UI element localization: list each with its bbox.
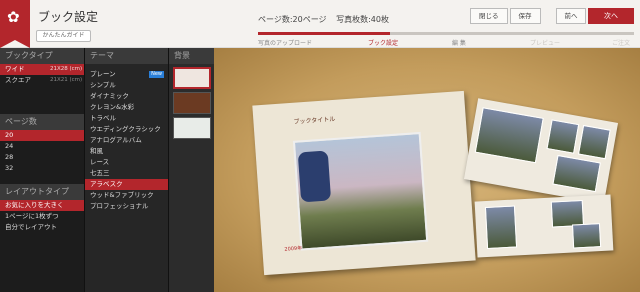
step-book-settings: ブック設定 — [368, 40, 399, 47]
spread-photo — [552, 154, 601, 193]
background-thumb[interactable] — [172, 92, 211, 114]
background-thumb[interactable] — [172, 67, 211, 89]
book-type-square[interactable]: スクエア 21X21 (cm) — [0, 75, 84, 86]
book-title-text: ブックタイトル — [293, 115, 336, 126]
step-preview: プレビュー — [530, 40, 561, 47]
album-spread-preview — [474, 194, 614, 258]
layout-option[interactable]: お気に入りを大きく — [0, 200, 84, 211]
theme-option[interactable]: 和風 — [85, 146, 168, 157]
spread-photo — [484, 205, 518, 250]
theme-option[interactable]: クレヨン&水彩 — [85, 102, 168, 113]
cover-subtitle: 2009年 — [284, 245, 303, 253]
background-heading: 背景 — [169, 48, 214, 64]
theme-panel: テーマ プレーン New シンプル ダイナミック クレヨン&水彩 トラベル ウエ… — [84, 48, 168, 292]
easy-guide-button[interactable]: かんたんガイド — [36, 30, 91, 42]
page-title: ブック設定 — [38, 10, 99, 24]
prev-button[interactable]: 前へ — [556, 8, 586, 24]
book-type-size: 21X28 (cm) — [50, 66, 83, 72]
theme-option[interactable]: ダイナミック — [85, 91, 168, 102]
book-type-wide[interactable]: ワイド 21X28 (cm) — [0, 64, 84, 75]
settings-badge: ✿ — [0, 0, 30, 48]
spread-photo — [571, 223, 602, 249]
theme-option[interactable]: レース — [85, 157, 168, 168]
background-panel: 背景 — [168, 48, 214, 292]
book-type-label: スクエア — [5, 76, 31, 84]
page-count-option[interactable]: 32 — [0, 163, 84, 174]
steps-progress — [258, 32, 634, 35]
page-count-text: ページ数:20ページ — [258, 15, 327, 24]
album-cover-preview: ブックタイトル 2009年 — [252, 90, 476, 276]
child-figure — [297, 150, 332, 203]
theme-heading: テーマ — [85, 48, 168, 64]
step-order: ご注文 — [612, 40, 631, 47]
theme-option[interactable]: アナログアルバム — [85, 135, 168, 146]
book-type-label: ワイド — [5, 65, 25, 73]
step-upload: 写真のアップロード — [258, 40, 313, 47]
theme-option[interactable]: トラベル — [85, 113, 168, 124]
book-counts: ページ数:20ページ 写真枚数:40枚 — [258, 14, 396, 25]
spread-photo — [577, 124, 611, 160]
close-button[interactable]: 閉じる — [470, 8, 508, 24]
spread-photo — [474, 107, 544, 164]
theme-option-plain[interactable]: プレーン New — [85, 69, 168, 80]
theme-label: プレーン — [90, 70, 116, 78]
spread-photo — [546, 119, 580, 154]
new-badge: New — [149, 71, 164, 78]
page-count-heading: ページ数 — [0, 114, 84, 130]
book-type-size: 21X21 (cm) — [50, 77, 83, 83]
theme-option[interactable]: シンプル — [85, 80, 168, 91]
theme-option[interactable]: プロフェッショナル — [85, 201, 168, 212]
page-count-option[interactable]: 24 — [0, 141, 84, 152]
gear-icon: ✿ — [7, 8, 20, 26]
theme-option[interactable]: 七五三 — [85, 168, 168, 179]
theme-option[interactable]: ウッド&ファブリック — [85, 190, 168, 201]
page-count-option[interactable]: 28 — [0, 152, 84, 163]
layout-option[interactable]: 1ページに1枚ずつ — [0, 211, 84, 222]
step-edit: 編 集 — [452, 40, 466, 47]
layout-option[interactable]: 自分でレイアウト — [0, 222, 84, 233]
page-count-option[interactable]: 20 — [0, 130, 84, 141]
theme-option[interactable]: ウエディングクラシック — [85, 124, 168, 135]
save-button[interactable]: 保存 — [509, 8, 541, 24]
book-type-heading: ブックタイプ — [0, 48, 84, 64]
header-actions: 閉じる 保存 — [470, 8, 543, 24]
theme-option[interactable]: アラベスク — [85, 179, 168, 190]
header: ✿ ブック設定 かんたんガイド ページ数:20ページ 写真枚数:40枚 写真のア… — [0, 0, 640, 48]
next-button[interactable]: 次へ — [588, 8, 634, 24]
photo-count-text: 写真枚数:40枚 — [336, 15, 389, 24]
background-thumb[interactable] — [172, 117, 211, 139]
settings-panel: ブックタイプ ワイド 21X28 (cm) スクエア 21X21 (cm) ペー… — [0, 48, 84, 292]
steps-progress-fill — [258, 32, 390, 35]
layout-type-heading: レイアウトタイプ — [0, 184, 84, 200]
